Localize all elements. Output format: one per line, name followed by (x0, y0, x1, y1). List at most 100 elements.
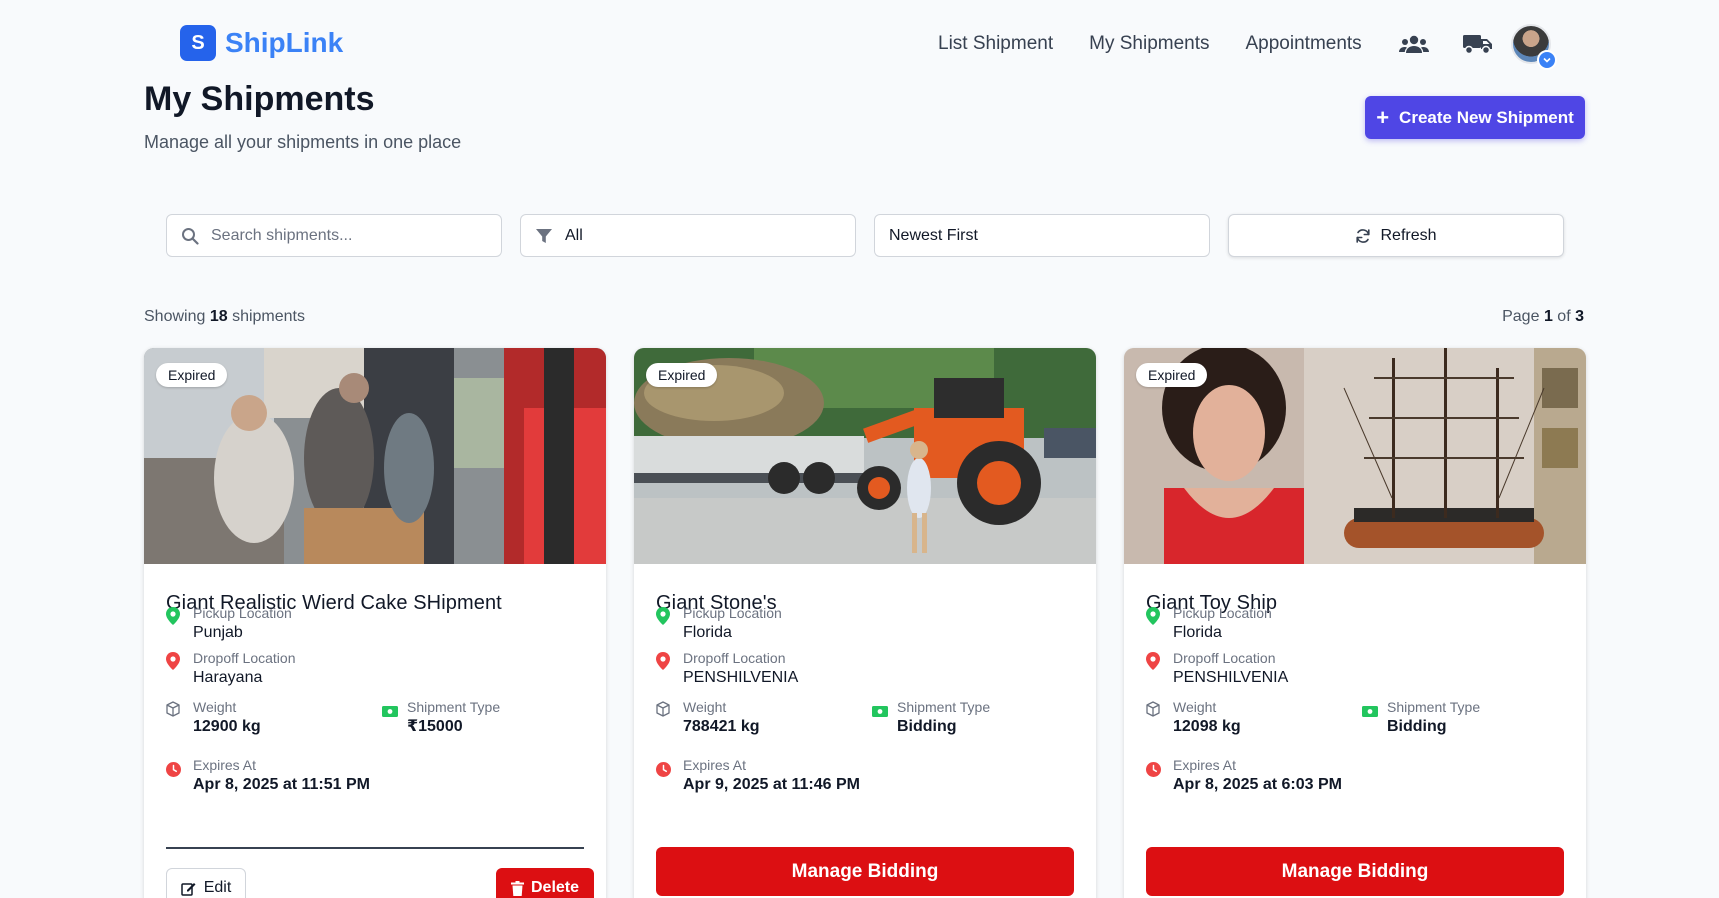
pickup-value: Florida (683, 624, 732, 641)
expires-info: Expires At Apr 8, 2025 at 11:51 PM (166, 757, 370, 795)
clock-icon (656, 762, 674, 795)
sort-value: Newest First (889, 226, 978, 244)
dropoff-value: PENSHILVENIA (1173, 669, 1289, 686)
map-pin-green-icon (1146, 607, 1164, 643)
expires-label: Expires At (193, 757, 257, 773)
dropoff-label: Dropoff Location (1173, 650, 1276, 666)
expires-label: Expires At (683, 757, 747, 773)
page-indicator: Page 1 of 3 (1502, 308, 1584, 326)
weight-label: Weight (193, 699, 237, 715)
refresh-button[interactable]: Refresh (1228, 214, 1564, 257)
dropoff-info: Dropoff Location Harayana (166, 650, 295, 688)
manage-bidding-button[interactable]: Manage Bidding (656, 847, 1074, 896)
delete-label: Delete (530, 879, 580, 896)
money-icon (382, 704, 398, 737)
edit-icon (180, 881, 196, 896)
pickup-value: Florida (1173, 624, 1222, 641)
status-badge: Expired (646, 363, 718, 387)
pickup-label: Pickup Location (683, 605, 782, 621)
status-filter-select[interactable]: All (520, 214, 856, 257)
map-pin-red-icon (166, 652, 184, 688)
shipment-card: Expired Giant Realistic Wierd Cake SHipm… (144, 348, 606, 898)
create-shipment-label: Create New Shipment (1399, 107, 1574, 127)
status-badge: Expired (156, 363, 228, 387)
nav-links: List Shipment My Shipments Appointments (938, 32, 1526, 56)
map-pin-green-icon (166, 607, 184, 643)
nav-list-shipment[interactable]: List Shipment (938, 33, 1053, 55)
brand-name: ShipLink (225, 27, 344, 58)
edit-button[interactable]: Edit (166, 868, 246, 898)
filter-icon (535, 227, 553, 245)
money-icon (872, 704, 888, 737)
plus-icon: + (1376, 104, 1390, 130)
type-label: Shipment Type (897, 699, 991, 715)
dropoff-info: Dropoff Location PENSHILVENIA (656, 650, 798, 688)
expires-info: Expires At Apr 9, 2025 at 11:46 PM (656, 757, 860, 795)
refresh-label: Refresh (1380, 226, 1437, 244)
showing-suffix: shipments (232, 308, 305, 325)
manage-bidding-button[interactable]: Manage Bidding (1146, 847, 1564, 896)
weight-value: 12900 kg (193, 718, 261, 735)
expires-label: Expires At (1173, 757, 1237, 773)
showing-count: Showing 18 shipments (144, 308, 305, 326)
refresh-icon (1355, 228, 1371, 244)
dropoff-label: Dropoff Location (193, 650, 296, 666)
map-pin-green-icon (656, 607, 674, 643)
status-badge: Expired (1136, 363, 1208, 387)
nav-my-shipments[interactable]: My Shipments (1089, 33, 1209, 55)
current-page: 1 (1543, 308, 1553, 325)
sort-select[interactable]: Newest First (874, 214, 1210, 257)
page-prefix: Page (1502, 308, 1540, 325)
truck-icon[interactable] (1462, 32, 1494, 56)
dropoff-value: PENSHILVENIA (683, 669, 799, 686)
type-value: ₹15000 (407, 718, 463, 735)
nav-appointments[interactable]: Appointments (1246, 33, 1362, 55)
chevron-down-icon[interactable] (1537, 50, 1557, 70)
type-value: Bidding (897, 718, 957, 735)
type-info: Shipment Type ₹15000 (382, 699, 500, 737)
pickup-label: Pickup Location (1173, 605, 1272, 621)
expires-value: Apr 8, 2025 at 11:51 PM (193, 776, 370, 793)
clock-icon (1146, 762, 1164, 795)
pickup-value: Punjab (193, 624, 243, 641)
total-pages: 3 (1575, 308, 1584, 325)
create-shipment-button[interactable]: + Create New Shipment (1365, 96, 1585, 139)
shipment-card: Expired Giant Toy Ship Pickup Location Fl… (1124, 348, 1586, 898)
top-navbar: S ShipLink List Shipment My Shipments Ap… (0, 0, 1719, 88)
weight-info: Weight 12098 kg (1146, 699, 1241, 737)
search-field[interactable] (166, 214, 502, 257)
pickup-info: Pickup Location Florida (1146, 605, 1272, 643)
user-avatar[interactable] (1511, 24, 1557, 70)
search-icon (181, 227, 199, 245)
search-input[interactable] (211, 226, 471, 245)
dropoff-info: Dropoff Location PENSHILVENIA (1146, 650, 1288, 688)
type-value: Bidding (1387, 718, 1447, 735)
showing-prefix: Showing (144, 308, 206, 325)
map-pin-red-icon (1146, 652, 1164, 688)
status-filter-value: All (565, 226, 583, 244)
expires-value: Apr 8, 2025 at 6:03 PM (1173, 776, 1342, 793)
box-icon (656, 701, 674, 737)
box-icon (1146, 701, 1164, 737)
page-subtitle: Manage all your shipments in one place (144, 132, 462, 152)
pickup-label: Pickup Location (193, 605, 292, 621)
clock-icon (166, 762, 184, 795)
weight-value: 12098 kg (1173, 718, 1241, 735)
logo-badge: S (180, 25, 216, 61)
pickup-info: Pickup Location Florida (656, 605, 782, 643)
type-label: Shipment Type (407, 699, 501, 715)
delete-button[interactable]: Delete (496, 868, 594, 898)
users-icon[interactable] (1398, 32, 1430, 56)
expires-info: Expires At Apr 8, 2025 at 6:03 PM (1146, 757, 1342, 795)
pickup-info: Pickup Location Punjab (166, 605, 292, 643)
edit-label: Edit (203, 879, 232, 896)
map-pin-red-icon (656, 652, 674, 688)
weight-value: 788421 kg (683, 718, 760, 735)
dropoff-label: Dropoff Location (683, 650, 786, 666)
brand-logo[interactable]: S ShipLink (180, 25, 343, 61)
weight-info: Weight 788421 kg (656, 699, 760, 737)
page-title: My Shipments (144, 80, 375, 118)
money-icon (1362, 704, 1378, 737)
box-icon (166, 701, 184, 737)
page-of: of (1557, 308, 1571, 325)
